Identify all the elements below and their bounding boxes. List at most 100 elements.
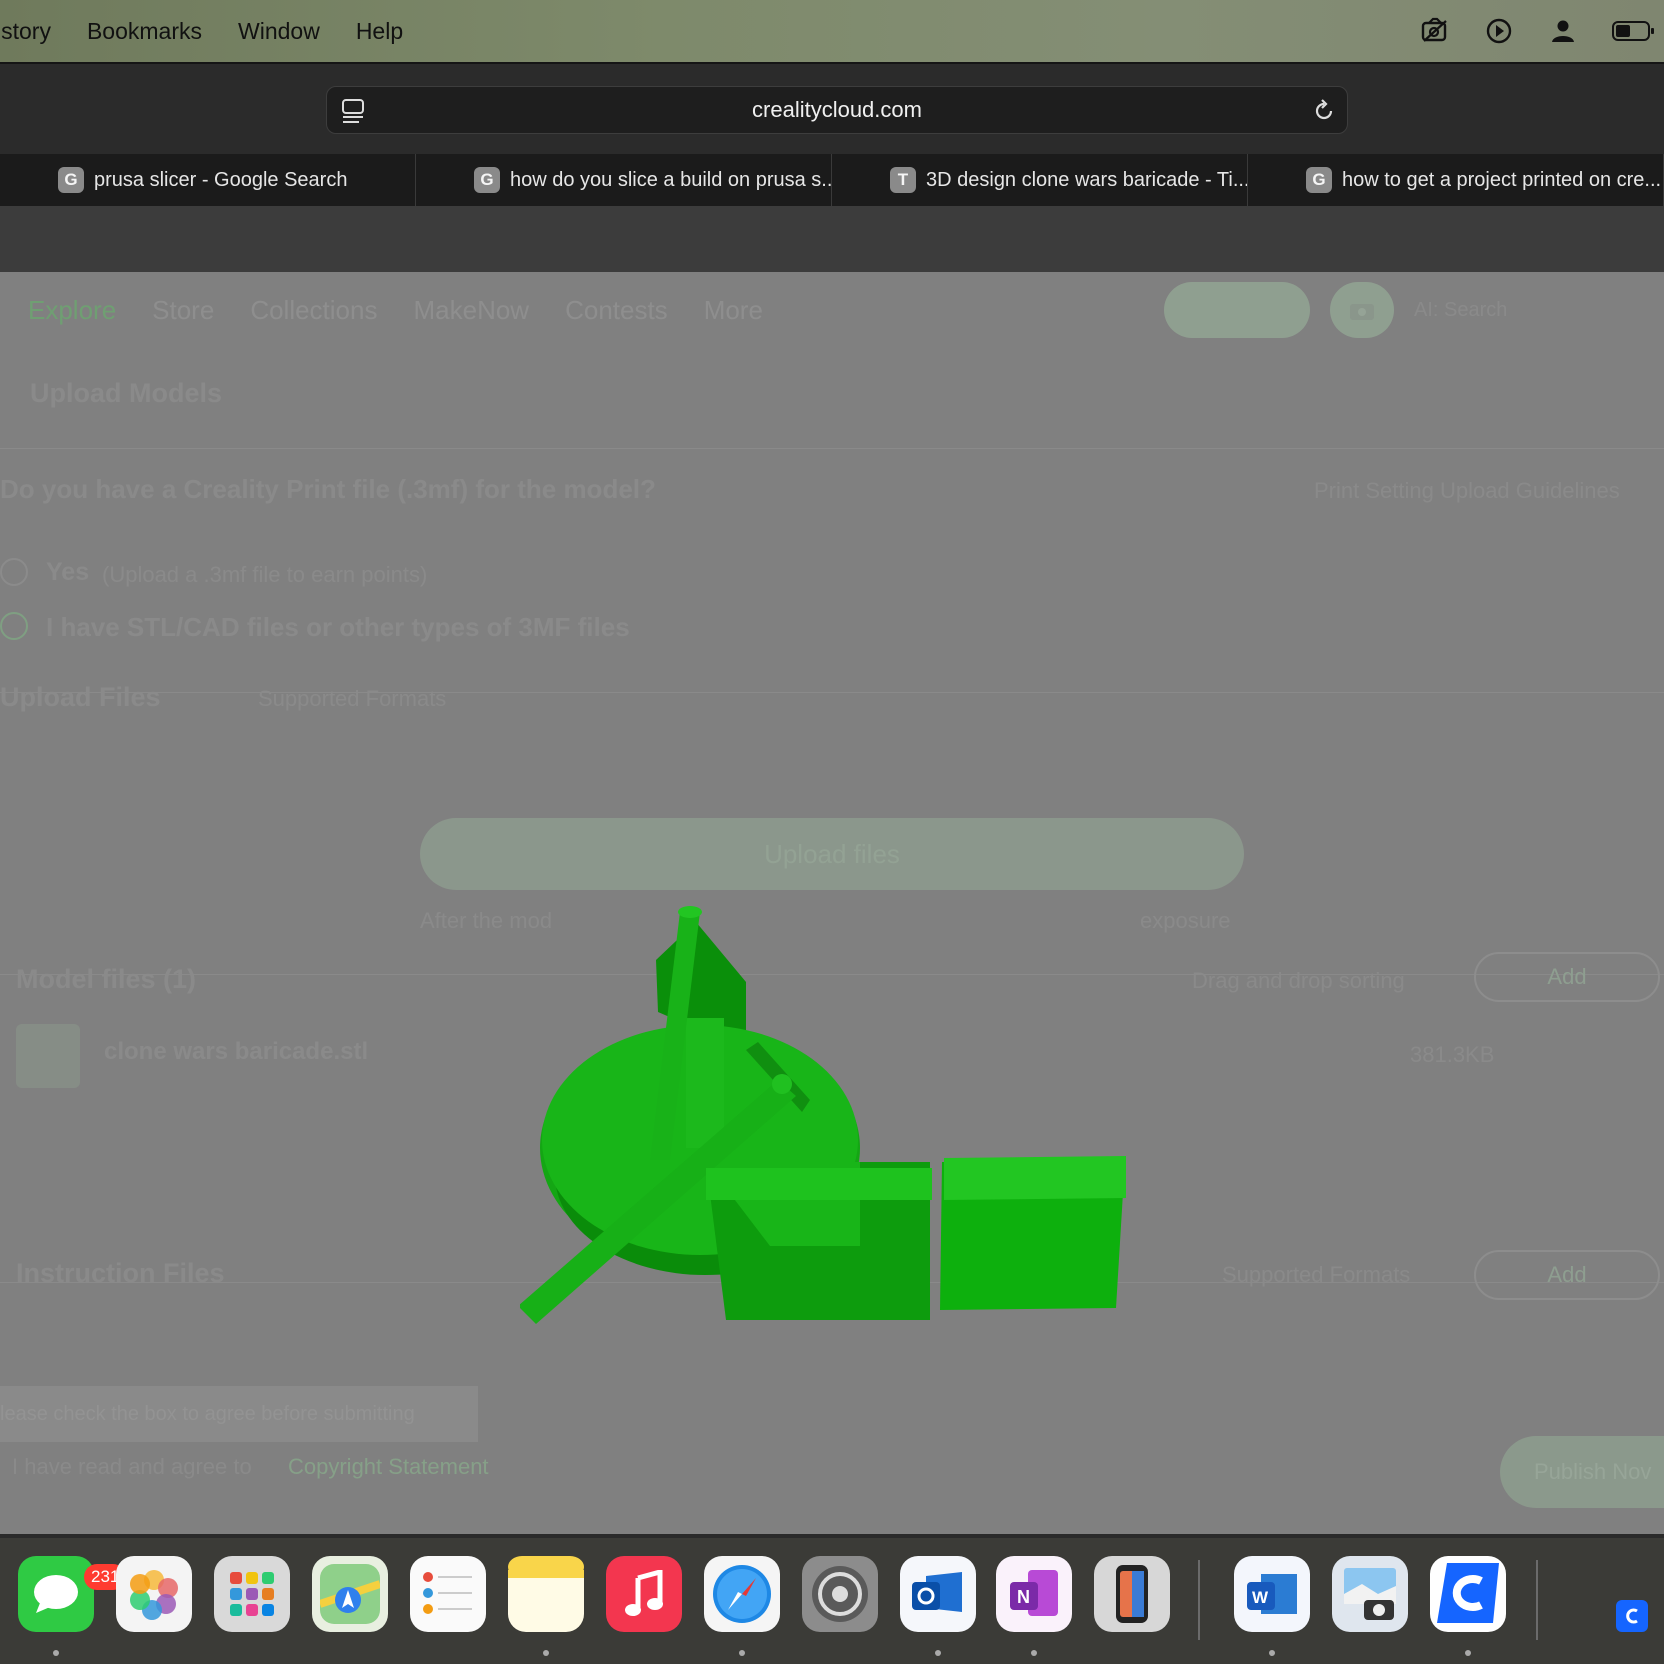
radio-yes[interactable] — [0, 558, 28, 586]
tab-favicon: G — [474, 167, 500, 193]
tab-bar: G prusa slicer - Google Search G how do … — [0, 154, 1664, 206]
creality-icon[interactable] — [1430, 1556, 1506, 1632]
word-icon[interactable]: W — [1234, 1556, 1310, 1632]
safari-icon[interactable] — [704, 1556, 780, 1632]
guidelines-link[interactable]: Print Setting Upload Guidelines — [1314, 478, 1620, 504]
nav-makenow[interactable]: MakeNow — [413, 295, 529, 326]
search-input[interactable]: AI: Search — [1414, 299, 1664, 322]
menu-bar: istory Bookmarks Window Help — [0, 0, 1664, 62]
upload-files-title: Upload Files — [0, 682, 161, 712]
file-name: clone wars baricade.stl — [104, 1038, 369, 1065]
dock-running-dot — [543, 1650, 549, 1656]
screen-share-icon[interactable] — [1420, 16, 1450, 46]
notes-icon[interactable] — [508, 1556, 584, 1632]
model-files-title: Model files (1) — [16, 964, 197, 994]
iphone-mirroring-icon[interactable] — [1094, 1556, 1170, 1632]
menu-history[interactable]: istory — [0, 18, 51, 45]
dock-divider — [1198, 1560, 1200, 1640]
divider — [0, 448, 1664, 449]
publish-button[interactable]: Publish Nov — [1500, 1436, 1664, 1508]
upload-pill-button[interactable] — [1164, 282, 1310, 338]
page-menu-icon[interactable] — [341, 98, 365, 129]
address-bar[interactable]: crealitycloud.com — [326, 86, 1348, 134]
divider — [0, 692, 1664, 693]
nav-contests[interactable]: Contests — [565, 295, 668, 326]
drag-sort-label: Drag and drop sorting — [1192, 968, 1405, 993]
nav-store[interactable]: Store — [152, 295, 214, 326]
3d-model-preview[interactable] — [520, 900, 1140, 1340]
upload-models-title: Upload Models — [30, 378, 223, 408]
camera-icon[interactable] — [1330, 282, 1394, 338]
tab-favicon: G — [58, 167, 84, 193]
messages-icon[interactable]: 231 — [18, 1556, 127, 1632]
nav-right: AI: Search — [1164, 282, 1664, 338]
dock-running-dot — [1465, 1650, 1471, 1656]
copyright-link[interactable]: Copyright Statement — [288, 1454, 489, 1480]
upload-files-label: Upload files — [764, 838, 900, 869]
nav-collections[interactable]: Collections — [250, 295, 377, 326]
dock-divider — [1536, 1560, 1538, 1640]
file-thumbnail — [16, 1024, 80, 1088]
browser-toolbar: crealitycloud.com — [0, 62, 1664, 154]
tab-prusa-slicer[interactable]: G prusa slicer - Google Search — [0, 154, 416, 206]
add-instruction-button[interactable]: Add — [1474, 1250, 1660, 1300]
option-stl-label: I have STL/CAD files or other types of 3… — [46, 612, 630, 642]
tab-3d-design[interactable]: T 3D design clone wars baricade - Ti... — [832, 154, 1248, 206]
page-content: Explore Store Collections MakeNow Contes… — [0, 272, 1664, 1534]
svg-text:W: W — [1252, 1588, 1269, 1607]
dock-running-dot — [1269, 1650, 1275, 1656]
question-text: Do you have a Creality Print file (.3mf)… — [0, 474, 656, 504]
menu-items: istory Bookmarks Window Help — [0, 18, 403, 45]
onenote-icon[interactable]: N — [996, 1556, 1072, 1632]
upload-files-button[interactable]: Upload files — [420, 818, 1244, 890]
radio-stl[interactable] — [0, 612, 28, 640]
instruction-files-title: Instruction Files — [16, 1258, 225, 1288]
url-text: crealitycloud.com — [752, 97, 922, 122]
battery-icon[interactable] — [1612, 16, 1656, 46]
nav-explore[interactable]: Explore — [28, 295, 116, 326]
tab-slice-build[interactable]: G how do you slice a build on prusa s... — [416, 154, 832, 206]
nav-more[interactable]: More — [704, 295, 763, 326]
photos-icon[interactable] — [116, 1556, 192, 1632]
dock-running-dot — [935, 1650, 941, 1656]
outlook-icon[interactable] — [900, 1556, 976, 1632]
reload-icon[interactable] — [1311, 98, 1337, 129]
tab-title: how to get a project printed on cre... — [1342, 168, 1662, 191]
play-circle-icon[interactable] — [1484, 16, 1514, 46]
upload-note-tail: exposure — [1140, 908, 1231, 933]
supported-formats-link[interactable]: Supported Formats — [258, 686, 446, 712]
menu-help[interactable]: Help — [356, 18, 403, 45]
launchpad-icon[interactable] — [214, 1556, 290, 1632]
tab-title: prusa slicer - Google Search — [94, 168, 348, 191]
add-label: Add — [1547, 1262, 1587, 1287]
svg-text:N: N — [1017, 1587, 1030, 1607]
dock-running-dot — [53, 1650, 59, 1656]
tab-title: 3D design clone wars baricade - Ti... — [926, 168, 1248, 191]
instruction-formats-link[interactable]: Supported Formats — [1222, 1262, 1410, 1288]
option-yes-label: Yes — [46, 558, 90, 586]
status-area — [1420, 0, 1664, 62]
preview-icon[interactable] — [1332, 1556, 1408, 1632]
tab-title: how do you slice a build on prusa s... — [510, 168, 832, 191]
user-icon[interactable] — [1548, 16, 1578, 46]
menu-window[interactable]: Window — [238, 18, 320, 45]
dock-running-dot — [739, 1650, 745, 1656]
maps-icon[interactable] — [312, 1556, 388, 1632]
system-settings-icon[interactable] — [802, 1556, 878, 1632]
dock-running-dot — [1031, 1650, 1037, 1656]
tab-favicon: T — [890, 167, 916, 193]
menu-bookmarks[interactable]: Bookmarks — [87, 18, 202, 45]
add-model-button[interactable]: Add — [1474, 952, 1660, 1002]
reminders-icon[interactable] — [410, 1556, 486, 1632]
agree-notice: lease check the box to agree before subm… — [0, 1386, 478, 1442]
tab-favicon: G — [1306, 167, 1332, 193]
agree-text: I have read and agree to — [12, 1454, 252, 1479]
file-size: 381.3KB — [1410, 1042, 1495, 1067]
option-yes-hint: (Upload a .3mf file to earn points) — [102, 562, 428, 587]
add-label: Add — [1547, 964, 1587, 989]
creality-small-icon[interactable] — [1616, 1600, 1648, 1632]
tab-project-printed[interactable]: G how to get a project printed on cre... — [1248, 154, 1664, 206]
music-icon[interactable] — [606, 1556, 682, 1632]
screen: istory Bookmarks Window Help crealityclo… — [0, 0, 1664, 1664]
site-header-strip — [0, 206, 1664, 272]
